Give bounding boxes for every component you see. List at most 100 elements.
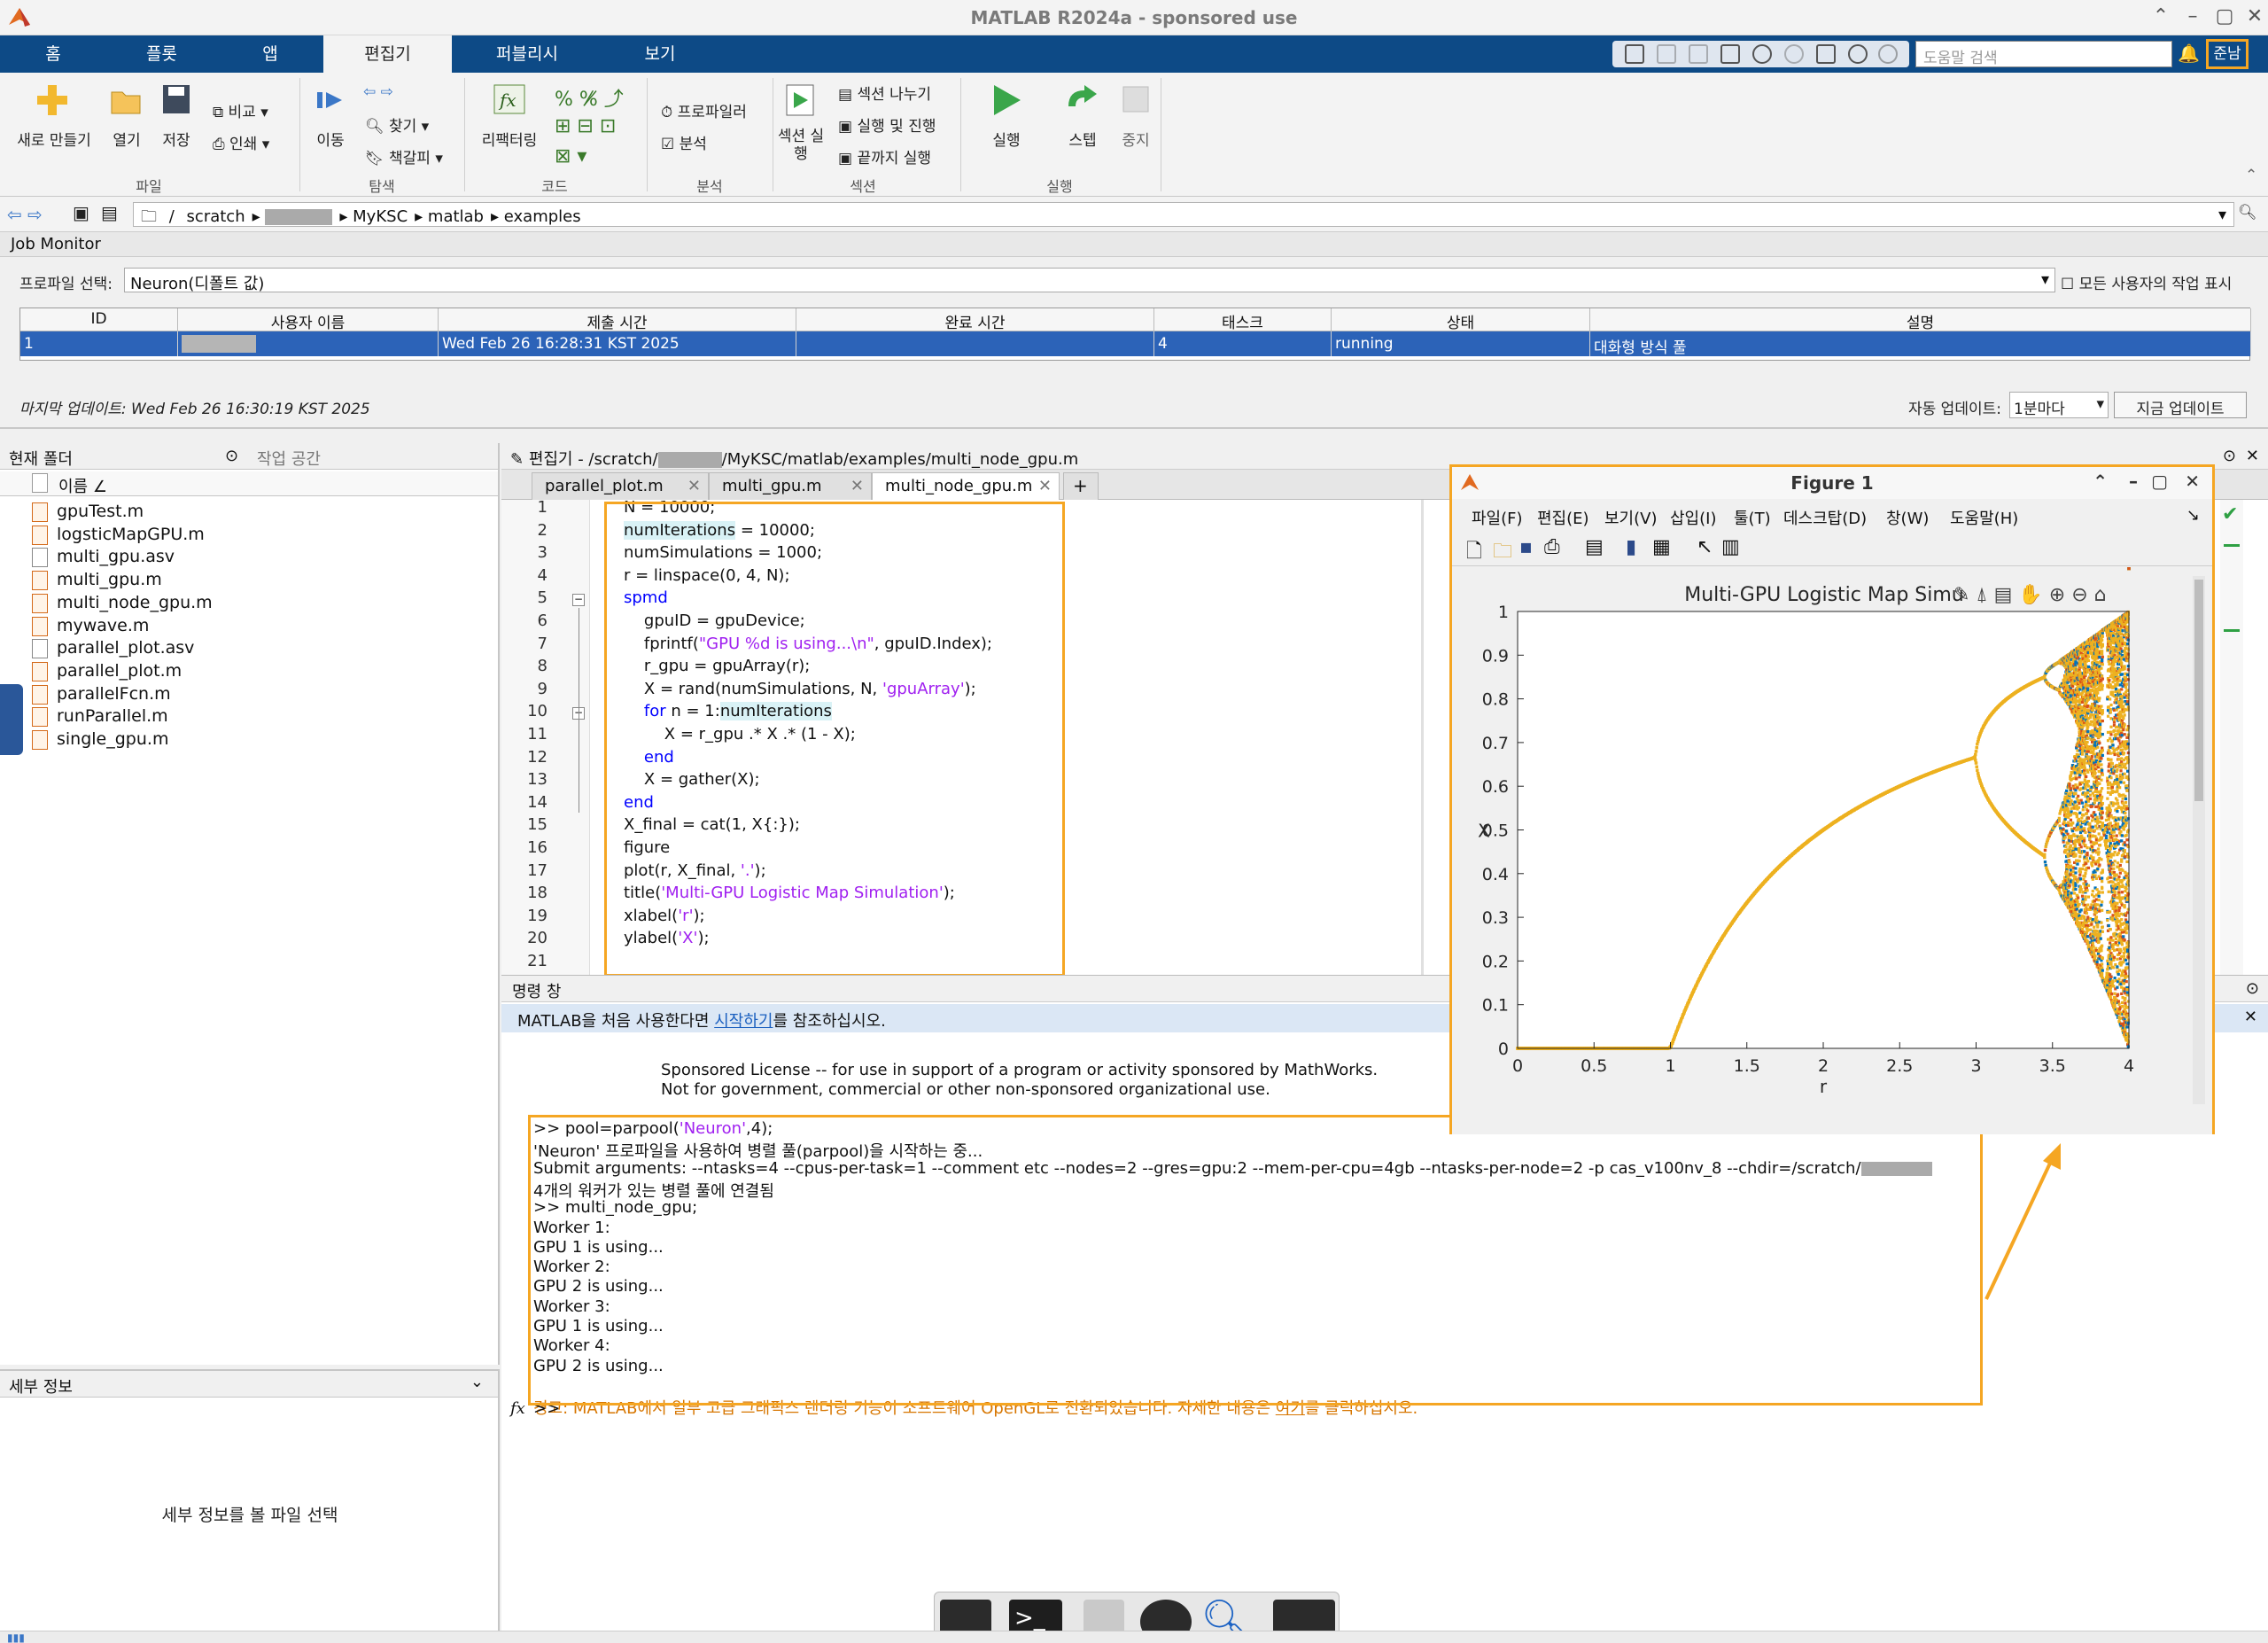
save-button[interactable]: 저장 xyxy=(156,128,197,150)
help-search-input[interactable]: 도움말 검색 xyxy=(1915,41,2172,67)
path-crumb[interactable]: scratch xyxy=(187,207,245,226)
side-panel-toggle[interactable] xyxy=(0,684,23,755)
minimize-icon[interactable]: – xyxy=(2129,471,2138,492)
switch-windows-icon[interactable] xyxy=(1816,44,1836,64)
menu-desktop[interactable]: 데스크탑(D) xyxy=(1783,506,1867,529)
profile-select[interactable]: Neuron(디폴트 값) ▾ xyxy=(124,268,2055,293)
close-banner-icon[interactable]: ✕ xyxy=(2244,1008,2257,1026)
name-column-header[interactable]: 이름 ∠ xyxy=(0,471,498,496)
print-button[interactable]: ⎙ 인쇄 ▾ xyxy=(213,131,269,153)
workspace-tab[interactable]: 작업 공간 xyxy=(257,447,321,470)
compare-button[interactable]: ⧉ 비교 ▾ xyxy=(213,99,268,121)
up-folder-icon[interactable]: ▣ xyxy=(73,202,89,223)
back-forward-icon[interactable]: ⇦ ⇨ xyxy=(363,83,393,101)
issue-marker[interactable] xyxy=(2224,544,2240,547)
close-editor-icon[interactable]: ✕ xyxy=(2246,447,2259,465)
col-desc[interactable]: 설명 xyxy=(1590,308,2251,332)
issue-marker[interactable] xyxy=(2224,629,2240,632)
function-browser-fx-icon[interactable]: fx xyxy=(510,1399,525,1418)
no-issues-check-icon[interactable]: ✔ xyxy=(2222,503,2238,526)
tab-plots[interactable]: 플롯 xyxy=(106,35,217,73)
expand-details-icon[interactable]: ⌄ xyxy=(470,1373,484,1391)
cell-submit[interactable]: Wed Feb 26 16:28:31 KST 2025 xyxy=(439,331,796,356)
file-list-item[interactable]: multi_gpu.m xyxy=(32,570,162,591)
save-figure-icon[interactable]: ▪ xyxy=(1519,536,1533,558)
cell-desc[interactable]: 대화형 방식 풀 xyxy=(1590,331,2251,356)
run-advance-button[interactable]: ▣ 실행 및 진행 xyxy=(838,113,936,136)
col-tasks[interactable]: 태스크 xyxy=(1154,308,1332,332)
col-user[interactable]: 사용자 이름 xyxy=(178,308,439,332)
link-plot-icon[interactable]: ▤ xyxy=(1585,536,1604,558)
options-icon[interactable] xyxy=(1878,44,1898,64)
line-number[interactable]: 18 xyxy=(501,884,548,902)
pointer-icon[interactable]: ↖ xyxy=(1697,536,1713,558)
tab-editor[interactable]: 편집기 xyxy=(323,35,452,73)
file-list-item[interactable]: runParallel.m xyxy=(32,706,168,728)
open-file-icon[interactable]: 🗀 xyxy=(1493,536,1512,570)
auto-update-select[interactable]: 1분마다 ▾ xyxy=(2009,392,2109,418)
menu-file[interactable]: 파일(F) xyxy=(1472,506,1523,529)
current-folder-tab[interactable]: 현재 폴더 xyxy=(9,447,73,470)
help-icon[interactable] xyxy=(1848,44,1868,64)
dock-arrow-icon[interactable]: ↘ xyxy=(2186,506,2200,525)
refactor-button[interactable]: 리팩터링 xyxy=(473,128,546,150)
bookmark-button[interactable]: 🔖︎ 책갈피 ▾ xyxy=(365,145,443,167)
col-state[interactable]: 상태 xyxy=(1332,308,1590,332)
line-number[interactable]: 7 xyxy=(501,635,548,653)
menu-view[interactable]: 보기(V) xyxy=(1604,506,1657,529)
goto-button[interactable]: 이동 xyxy=(310,128,351,150)
menu-window[interactable]: 창(W) xyxy=(1886,506,1929,529)
line-number[interactable]: 3 xyxy=(501,543,548,562)
menu-help[interactable]: 도움말(H) xyxy=(1950,506,2018,529)
col-submit[interactable]: 제출 시간 xyxy=(439,308,796,332)
current-path-field[interactable]: 🗀︎ / scratch ▸ ▸ MyKSC ▸ matlab ▸ examples … xyxy=(133,202,2234,227)
line-number[interactable]: 12 xyxy=(501,748,548,767)
section-break-button[interactable]: ▤ 섹션 나누기 xyxy=(838,82,931,104)
file-list-item[interactable]: single_gpu.m xyxy=(32,729,168,750)
line-number[interactable]: 10 xyxy=(501,702,548,720)
line-number[interactable]: 1 xyxy=(501,498,548,517)
user-account-button[interactable]: 준남 xyxy=(2206,39,2249,69)
redo-icon[interactable] xyxy=(1784,44,1804,64)
panel-menu-icon[interactable]: ⊙ xyxy=(225,447,238,465)
close-tab-icon[interactable]: ✕ xyxy=(850,477,864,495)
file-list-item[interactable]: parallelFcn.m xyxy=(32,684,171,705)
file-list-item[interactable]: parallel_plot.m xyxy=(32,661,182,681)
stop-button[interactable]: 중지 xyxy=(1113,128,1159,150)
cell-state[interactable]: running xyxy=(1332,331,1590,356)
line-number[interactable]: 15 xyxy=(501,815,548,834)
fold-toggle-icon[interactable]: − xyxy=(572,594,585,607)
comment-percent-icon[interactable]: % %̸ ⤴ xyxy=(555,83,624,112)
path-crumb[interactable]: / xyxy=(169,207,175,226)
line-number[interactable]: 20 xyxy=(501,929,548,947)
line-number[interactable]: 21 xyxy=(501,952,548,970)
copy-icon[interactable] xyxy=(1689,44,1708,64)
tab-home[interactable]: 홈 xyxy=(0,35,106,73)
line-number[interactable]: 8 xyxy=(501,657,548,675)
legend-icon[interactable]: ▦ xyxy=(1652,536,1671,558)
print-figure-icon[interactable]: ⎙ xyxy=(1544,536,1560,558)
plot-area[interactable]: 0 0.5 1 1.5 2 2.5 3 3.5 4 0 0.1 0.2 0.3 0.4 0.5 0.6 0.7 0… xyxy=(1452,567,2212,1134)
cell-id[interactable]: 1 xyxy=(20,331,178,356)
new-button[interactable]: 새로 만들기 xyxy=(5,128,103,150)
path-dropdown-icon[interactable]: ▾ xyxy=(2218,206,2226,224)
open-button[interactable]: 열기 xyxy=(105,128,149,150)
cut-icon[interactable] xyxy=(1657,44,1676,64)
cell-tasks[interactable]: 4 xyxy=(1154,331,1332,356)
indent-icons[interactable]: ⊞ ⊟ ⊡ xyxy=(555,115,616,137)
show-all-users-checkbox[interactable]: ☐ 모든 사용자의 작업 표시 xyxy=(2061,271,2232,293)
file-list-item[interactable]: multi_node_gpu.m xyxy=(32,593,213,613)
path-crumb[interactable]: MyKSC xyxy=(353,207,408,226)
menu-insert[interactable]: 삽입(I) xyxy=(1670,506,1716,529)
file-list-item[interactable]: logsticMapGPU.m xyxy=(32,525,205,545)
close-icon[interactable]: ✕ xyxy=(2185,471,2200,492)
new-figure-icon[interactable]: 🗋 xyxy=(1466,536,1482,570)
col-finish[interactable]: 완료 시간 xyxy=(796,308,1154,332)
editor-tab[interactable]: multi_gpu.m ✕ xyxy=(709,472,872,500)
editor-tab[interactable]: parallel_plot.m ✕ xyxy=(532,472,709,500)
editor-tab-active[interactable]: multi_node_gpu.m ✕ xyxy=(872,472,1060,500)
path-crumb[interactable]: matlab xyxy=(428,207,484,226)
line-number[interactable]: 9 xyxy=(501,680,548,698)
run-to-end-button[interactable]: ▣ 끝까지 실행 xyxy=(838,145,931,167)
save-icon[interactable] xyxy=(1625,44,1644,64)
